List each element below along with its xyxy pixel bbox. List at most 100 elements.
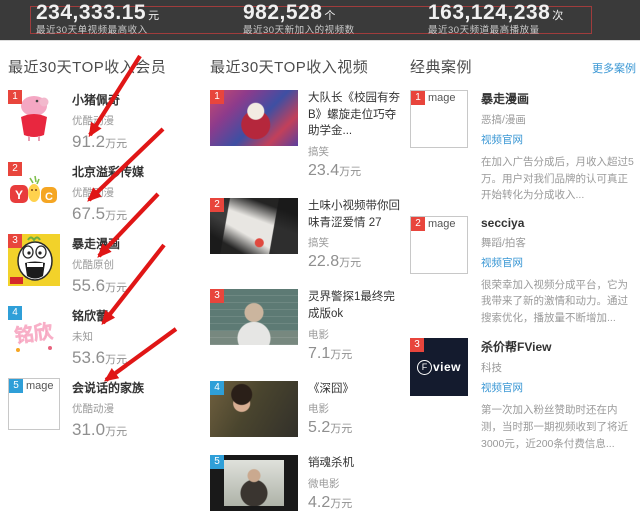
stat-label: 最近30天新加入的视频数 [243, 26, 355, 36]
rank-badge: 1 [411, 91, 425, 105]
rank-badge: 1 [210, 90, 224, 104]
broken-image-alt-text: mage [428, 218, 456, 230]
rank-badge: 2 [411, 217, 425, 231]
case-category: 科技 [481, 360, 636, 375]
more-cases-link[interactable]: 更多案例 [592, 60, 636, 76]
video-category: 电影 [308, 327, 404, 342]
member-avatar-yc-logo[interactable]: 2 Y C [8, 162, 60, 214]
case-row-1[interactable]: 1 mage 暴走漫画 恶搞/漫画 视频官网 在加入广告分成后，月收入超过5万。… [410, 90, 636, 204]
video-title[interactable]: 灵界警探1最终完成版ok [308, 289, 404, 322]
fview-circle-f-icon: F [417, 360, 432, 375]
member-avatar-broken-image[interactable]: 5 mage [8, 378, 60, 430]
stat-unit: 个 [324, 10, 335, 22]
stats-bar: 234,333.15元 最近30天单视频最高收入 982,528个 最近30天新… [0, 0, 640, 41]
rank-badge: 5 [9, 379, 23, 393]
video-row-3[interactable]: 3 灵界警探1最终完成版ok 电影 7.1万元 [210, 289, 404, 362]
video-title[interactable]: 《深囧》 [308, 381, 404, 398]
member-row-3[interactable]: 3 暴走漫画 优酷原创 55.6万元 [8, 234, 204, 296]
svg-text:C: C [45, 191, 53, 203]
member-name[interactable]: 北京溢彩传媒 [72, 163, 144, 180]
video-category: 微电影 [308, 476, 404, 491]
video-thumbnail[interactable]: 2 [210, 198, 298, 254]
member-name[interactable]: 铭欣蕾 [72, 307, 127, 324]
rank-badge: 2 [210, 198, 224, 212]
rank-badge: 2 [8, 162, 22, 176]
thumbnail-frame [224, 460, 284, 506]
member-category: 优酷动漫 [72, 185, 144, 200]
case-category: 舞蹈/拍客 [481, 235, 636, 250]
case-official-site-link[interactable]: 视频官网 [481, 380, 636, 395]
case-description: 很荣幸加入视频分成平台，它为我带来了新的激情和动力。通过搜索优化，播放量不断增加… [481, 277, 636, 327]
video-title[interactable]: 销魂杀机 [308, 455, 404, 472]
video-row-5[interactable]: 5 销魂杀机 微电影 4.2万元 [210, 455, 404, 512]
member-income: 91.2万元 [72, 132, 127, 152]
case-name[interactable]: 暴走漫画 [481, 90, 636, 107]
video-title[interactable]: 土味小视频带你回味青涩爱情 27 [308, 198, 404, 231]
member-avatar-peppa-pig[interactable]: 1 [8, 90, 60, 142]
video-income: 5.2万元 [308, 419, 404, 437]
member-income: 31.0万元 [72, 420, 144, 440]
case-name[interactable]: 杀价帮FView [481, 338, 636, 355]
video-income: 22.8万元 [308, 253, 404, 271]
video-thumbnail[interactable]: 1 [210, 90, 298, 146]
video-category: 搞笑 [308, 144, 404, 159]
case-official-site-link[interactable]: 视频官网 [481, 132, 636, 147]
case-description: 在加入广告分成后，月收入超过5万。用户对我们品牌的认可真正开始转化为分成收入..… [481, 154, 636, 204]
case-official-site-link[interactable]: 视频官网 [481, 255, 636, 270]
video-income: 4.2万元 [308, 494, 404, 512]
members-column-title: 最近30天TOP收入会员 [8, 56, 166, 77]
video-row-1[interactable]: 1 大队长《校园有夯B》螺旋走位巧夺助学金... 搞笑 23.4万元 [210, 90, 404, 180]
svg-text:铭欣: 铭欣 [13, 319, 55, 347]
member-row-5[interactable]: 5 mage 会说话的家族 优酷动漫 31.0万元 [8, 378, 204, 440]
video-row-2[interactable]: 2 土味小视频带你回味青涩爱情 27 搞笑 22.8万元 [210, 198, 404, 271]
case-image-fview-logo[interactable]: 3 F view [410, 338, 468, 396]
member-row-1[interactable]: 1 小猪佩奇 优酷动漫 91.2万元 [8, 90, 204, 152]
member-row-2[interactable]: 2 Y C 北京溢彩传媒 优酷动漫 67.5万元 [8, 162, 204, 224]
case-image-broken[interactable]: 2 mage [410, 216, 468, 274]
videos-column-title: 最近30天TOP收入视频 [210, 56, 368, 77]
video-thumbnail[interactable]: 3 [210, 289, 298, 345]
member-name[interactable]: 暴走漫画 [72, 235, 127, 252]
case-row-3[interactable]: 3 F view 杀价帮FView 科技 视频官网 第一次加入粉丝赞助时还在内测… [410, 338, 636, 452]
case-row-2[interactable]: 2 mage secciya 舞蹈/拍客 视频官网 很荣幸加入视频分成平台，它为… [410, 216, 636, 327]
member-name[interactable]: 会说话的家族 [72, 379, 144, 396]
rank-badge: 3 [210, 289, 224, 303]
case-description: 第一次加入粉丝赞助时还在内测，当时那一期视频收到了将近3000元，近200条付费… [481, 402, 636, 452]
stat-value: 163,124,238 [428, 1, 550, 24]
rank-badge: 4 [8, 306, 22, 320]
video-thumbnail[interactable]: 4 [210, 381, 298, 437]
case-name[interactable]: secciya [481, 216, 636, 230]
stat-value: 982,528 [243, 1, 322, 24]
member-income: 55.6万元 [72, 276, 127, 296]
stat-unit: 元 [148, 10, 159, 22]
video-thumbnail[interactable]: 5 [210, 455, 298, 511]
top-members-column: 最近30天TOP收入会员 1 小猪佩奇 优酷动漫 91.2万元 2 Y [8, 56, 204, 450]
rank-badge: 1 [8, 90, 22, 104]
video-row-4[interactable]: 4 《深囧》 电影 5.2万元 [210, 381, 404, 438]
member-avatar-mingxin[interactable]: 4 铭欣 [8, 306, 60, 358]
video-category: 搞笑 [308, 235, 404, 250]
video-income: 23.4万元 [308, 162, 404, 180]
broken-image-alt-text: mage [26, 380, 54, 392]
stat-value: 234,333.15 [36, 1, 146, 24]
stat-label: 最近30天频道最高播放量 [428, 26, 563, 36]
stat-label: 最近30天单视频最高收入 [36, 26, 159, 36]
broken-image-alt-text: mage [428, 92, 456, 104]
video-title[interactable]: 大队长《校园有夯B》螺旋走位巧夺助学金... [308, 90, 404, 140]
top-videos-column: 最近30天TOP收入视频 1 大队长《校园有夯B》螺旋走位巧夺助学金... 搞笑… [210, 56, 404, 530]
member-row-4[interactable]: 4 铭欣 铭欣蕾 未知 53.6万元 [8, 306, 204, 368]
rank-badge: 4 [210, 381, 224, 395]
stat-top-channel-plays: 163,124,238次 最近30天频道最高播放量 [428, 2, 563, 36]
stat-new-videos: 982,528个 最近30天新加入的视频数 [243, 2, 355, 36]
case-category: 恶搞/漫画 [481, 112, 636, 127]
stat-top-video-income: 234,333.15元 最近30天单视频最高收入 [36, 2, 159, 36]
video-category: 电影 [308, 401, 404, 416]
svg-text:Y: Y [15, 188, 23, 202]
member-category: 优酷动漫 [72, 401, 144, 416]
rank-badge: 5 [210, 455, 224, 469]
member-name[interactable]: 小猪佩奇 [72, 91, 127, 108]
member-avatar-rage-comic[interactable]: 3 [8, 234, 60, 286]
classic-cases-column: 经典案例 更多案例 1 mage 暴走漫画 恶搞/漫画 视频官网 在加入广告分成… [410, 56, 636, 464]
video-income: 7.1万元 [308, 345, 404, 363]
case-image-broken[interactable]: 1 mage [410, 90, 468, 148]
